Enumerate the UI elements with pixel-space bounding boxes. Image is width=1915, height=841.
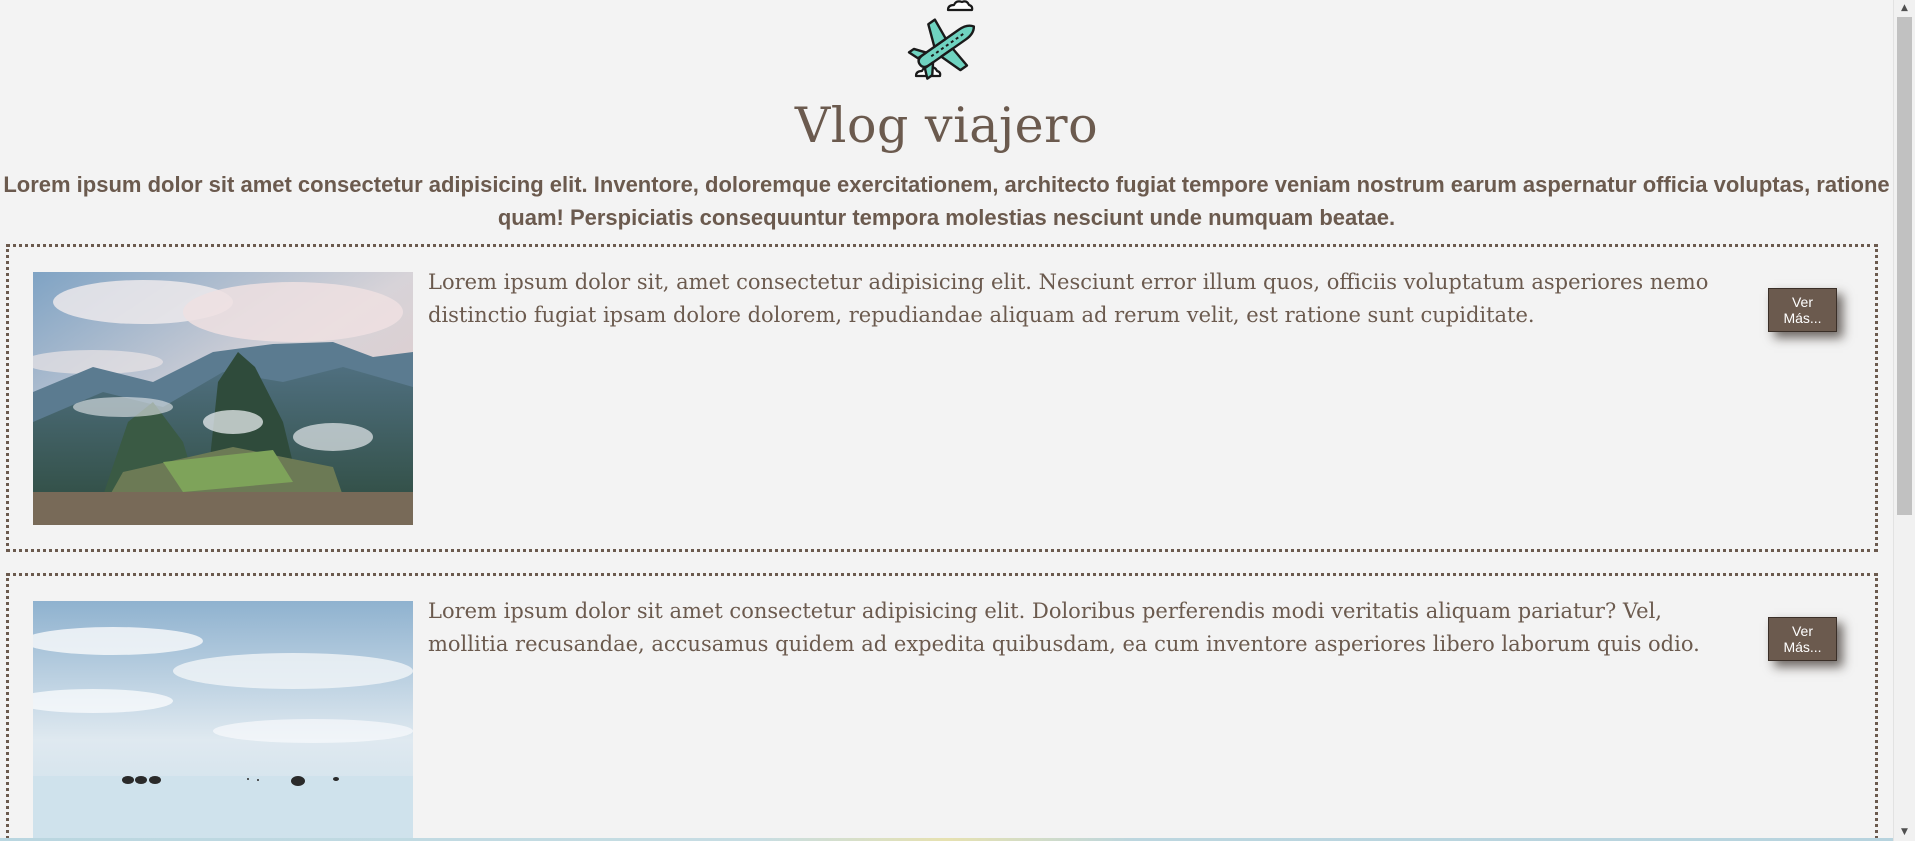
vertical-scrollbar[interactable]: ▲ ▼ (1893, 0, 1915, 841)
scroll-down-arrow-icon[interactable]: ▼ (1894, 824, 1915, 841)
post-text: Lorem ipsum dolor sit, amet consectetur … (428, 270, 1709, 327)
post-card: Lorem ipsum dolor sit amet consectetur a… (6, 573, 1878, 841)
page: Vlog viajero Lorem ipsum dolor sit amet … (0, 0, 1893, 841)
airplane-icon (900, 0, 990, 84)
site-title: Vlog viajero (794, 97, 1099, 154)
scroll-thumb[interactable] (1897, 17, 1912, 515)
ver-mas-button[interactable]: Ver Más... (1768, 617, 1837, 661)
post-image (33, 272, 413, 525)
post-card: Lorem ipsum dolor sit, amet consectetur … (6, 244, 1878, 552)
post-text: Lorem ipsum dolor sit amet consectetur a… (428, 599, 1700, 656)
intro-text: Lorem ipsum dolor sit amet consectetur a… (3, 172, 1890, 230)
post-image (33, 601, 413, 841)
scroll-up-arrow-icon[interactable]: ▲ (1894, 0, 1915, 17)
ver-mas-button[interactable]: Ver Más... (1768, 288, 1837, 332)
